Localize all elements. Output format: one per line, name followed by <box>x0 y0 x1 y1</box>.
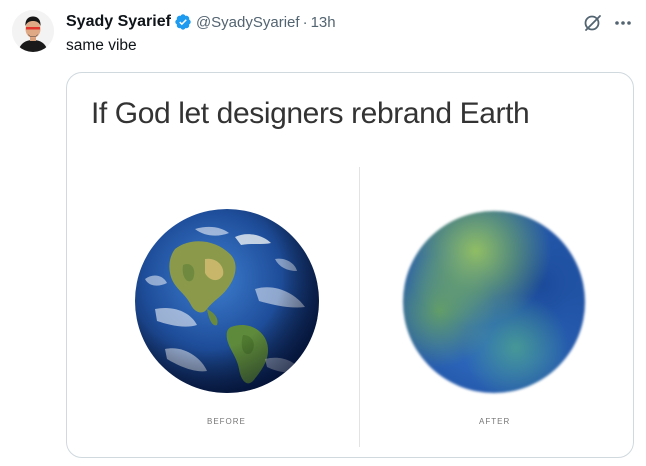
after-label: AFTER <box>479 417 511 426</box>
divider <box>359 167 360 447</box>
before-label: BEFORE <box>207 417 246 426</box>
verified-badge-icon <box>174 13 192 31</box>
tweet: Syady Syarief @SyadySyarief · 13h same v… <box>0 0 646 466</box>
earth-before-image <box>135 209 319 393</box>
display-name[interactable]: Syady Syarief <box>66 13 171 31</box>
more-horizontal-icon[interactable] <box>612 13 634 33</box>
meme-title: If God let designers rebrand Earth <box>91 97 530 130</box>
timestamp[interactable]: 13h <box>311 14 336 31</box>
tweet-text: same vibe <box>66 37 137 54</box>
earth-after-image <box>403 211 585 393</box>
tweet-header: Syady Syarief @SyadySyarief · 13h <box>66 11 336 33</box>
separator-dot: · <box>302 13 308 31</box>
avatar[interactable] <box>12 10 54 52</box>
grok-icon[interactable] <box>583 13 603 33</box>
avatar-image <box>12 10 54 52</box>
media-card[interactable]: If God let designers rebrand Earth BEFOR… <box>66 72 634 458</box>
handle[interactable]: @SyadySyarief <box>196 14 300 31</box>
